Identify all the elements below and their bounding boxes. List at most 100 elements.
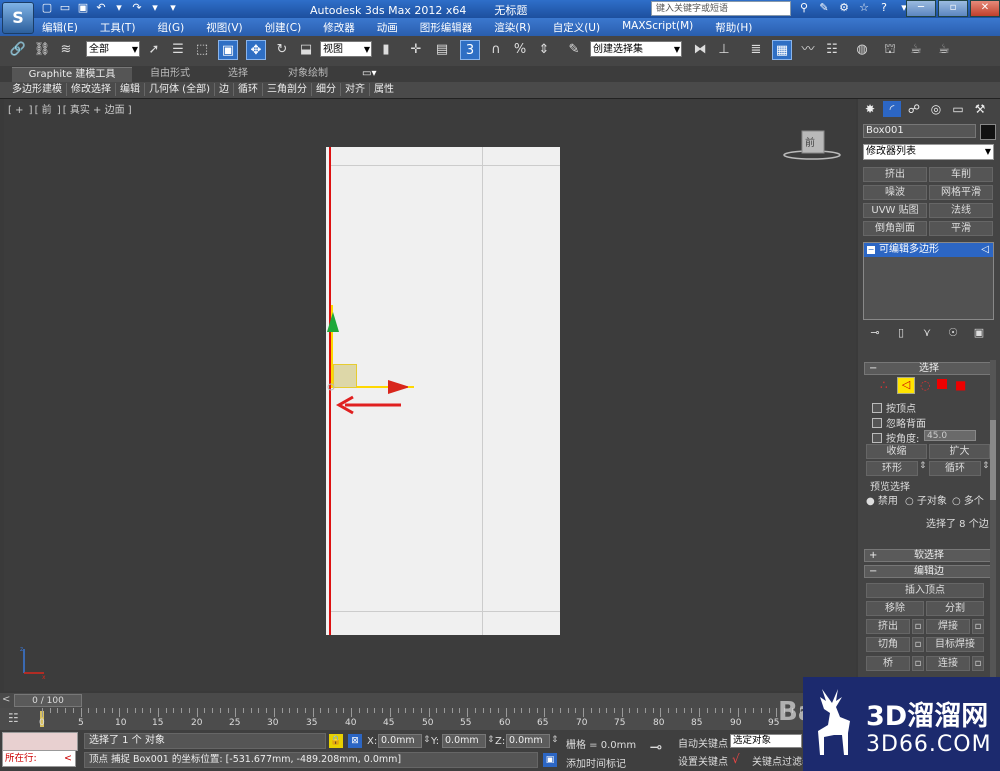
new-file-icon[interactable]: ▢ [40,1,54,15]
window-crossing-icon[interactable]: ▣ [218,40,238,60]
edit-edges-rollout-header[interactable]: − 编辑边 [864,565,994,578]
chamfer-button[interactable]: 切角 [866,637,910,652]
menu-views[interactable]: 视图(V) [206,20,242,35]
selection-filter-dropdown[interactable]: 全部 ▼ [86,41,140,57]
loop-spinner-icon[interactable]: ⇕ [982,461,990,471]
undo-dropdown-icon[interactable]: ▾ [112,1,126,15]
schematic-view-icon[interactable]: ☷ [822,40,842,60]
split-button[interactable]: 分割 [926,601,984,616]
absolute-mode-icon[interactable]: ⊠ [348,734,362,748]
tab-selection[interactable]: 选择 [228,67,248,81]
viewcube-face-label[interactable]: 前 [805,134,815,149]
menu-graph-editors[interactable]: 图形编辑器 [420,20,473,35]
modifier-smooth-button[interactable]: 平滑 [929,221,993,236]
panel-triangulation[interactable]: 三角剖分 [263,83,312,96]
selection-region-icon[interactable]: ⬚ [192,40,212,60]
z-coordinate-field[interactable]: 0.0mm [506,734,550,748]
bridge-button[interactable]: 桥 [866,656,910,671]
binoculars-icon[interactable]: ⚲ [797,1,811,15]
select-and-rotate-icon[interactable]: ↻ [272,40,292,60]
render-production-icon[interactable]: ☕ [934,40,954,60]
key-mode-icon[interactable]: √ [732,752,740,766]
configure-sets-icon[interactable]: ▣ [970,326,988,340]
selection-rollout-header[interactable]: − 选择 [864,362,994,375]
edge-subobject-button-icon[interactable]: ◁ [897,377,915,394]
box001-object[interactable] [326,147,560,635]
menu-help[interactable]: 帮助(H) [715,20,752,35]
close-button[interactable]: ✕ [970,0,1000,17]
panel-geometry-all[interactable]: 几何体 (全部) [145,83,215,96]
pivot-center-icon[interactable]: ▮ [376,40,396,60]
insert-vertex-button[interactable]: 插入顶点 [866,583,984,598]
render-setup-icon[interactable]: ⛫ [880,40,900,60]
gizmo-xy-plane[interactable] [333,364,357,388]
menu-animation[interactable]: 动画 [377,20,398,35]
add-time-tag-button[interactable]: 添加时间标记 [566,755,626,770]
modifier-noise-button[interactable]: 噪波 [863,185,927,200]
viewport-point-of-view[interactable]: 前 [42,105,52,116]
tab-freeform[interactable]: 自由形式 [150,67,190,81]
snaps-toggle-icon[interactable]: 3 [460,40,480,60]
panel-edit[interactable]: 编辑 [116,83,145,96]
panel-align[interactable]: 对齐 [341,83,370,96]
link-icon[interactable]: 🔗 [8,40,28,60]
menu-rendering[interactable]: 渲染(R) [494,20,531,35]
material-editor-icon[interactable]: ◍ [852,40,872,60]
modifier-extrude-button[interactable]: 挤出 [863,167,927,182]
shrink-button[interactable]: 收缩 [866,444,927,459]
motion-tab-icon[interactable]: ◎ [927,101,945,117]
panel-properties[interactable]: 属性 [370,83,398,96]
panel-loops[interactable]: 循环 [234,83,263,96]
panel-polygon-modeling[interactable]: 多边形建模 [12,83,67,96]
create-tab-icon[interactable]: ✸ [861,101,879,117]
menu-group[interactable]: 组(G) [157,20,184,35]
vertex-subobject-icon[interactable]: ∴ [880,378,888,392]
community-icon[interactable]: ⚙ [837,1,851,15]
maxscript-listener[interactable] [2,732,78,751]
tab-object-paint[interactable]: 对象绘制 [288,67,328,81]
redo-icon[interactable]: ↷ [130,1,144,15]
select-object-icon[interactable]: ➚ [144,40,164,60]
menu-tools[interactable]: 工具(T) [100,20,136,35]
maximize-button[interactable]: ▫ [938,0,968,17]
scrollbar-thumb[interactable] [990,420,996,500]
x-coordinate-field[interactable]: 0.0mm [378,734,422,748]
minimize-button[interactable]: ─ [906,0,936,17]
object-color-swatch[interactable] [980,124,996,140]
viewport-menu-plus[interactable]: + [15,105,23,116]
modifier-meshsmooth-button[interactable]: 网格平滑 [929,185,993,200]
menu-edit[interactable]: 编辑(E) [42,20,78,35]
set-key-button[interactable]: 设置关键点 [678,753,728,768]
modifier-list-dropdown[interactable]: 修改器列表 ▼ [863,144,994,160]
auto-key-button[interactable]: 自动关键点 [678,735,728,750]
by-vertex-checkbox[interactable]: 按顶点 [872,400,916,415]
ring-spinner-icon[interactable]: ⇕ [919,461,927,471]
connect-button[interactable]: 连接 [926,656,970,671]
slider-prev-icon[interactable]: < [2,694,10,705]
menu-maxscript[interactable]: MAXScript(M) [622,20,693,35]
maxscript-line[interactable]: 所在行: < [2,750,76,767]
by-angle-checkbox[interactable]: 按角度: [872,430,919,445]
extrude-button[interactable]: 挤出 [866,619,910,634]
collapse-icon[interactable]: − [867,246,875,254]
element-subobject-icon[interactable]: ■ [955,378,966,392]
ring-button[interactable]: 环形 [866,461,918,476]
undo-icon[interactable]: ↶ [94,1,108,15]
viewport-label[interactable]: [ + ][ 前 ][ 真实 + 边面 ] [8,101,132,116]
loop-button[interactable]: 循环 [929,461,981,476]
curve-editor-icon[interactable]: 〰 [798,40,818,60]
display-tab-icon[interactable]: ▭ [949,101,967,117]
angle-snap-icon[interactable]: ∩ [486,40,506,60]
extrude-settings-icon[interactable]: ▫ [912,619,924,634]
preview-subobject-radio[interactable]: ○ 子对象 [905,492,947,507]
time-slider-thumb[interactable]: 0 / 100 [14,694,82,707]
menu-modifiers[interactable]: 修改器 [323,20,355,35]
panel-modify-selection[interactable]: 修改选择 [67,83,116,96]
isolate-icon[interactable]: ▣ [543,753,557,767]
polygon-subobject-icon[interactable] [937,379,947,389]
bridge-settings-icon[interactable]: ▫ [912,656,924,671]
make-unique-icon[interactable]: ⋎ [918,326,936,340]
y-coordinate-field[interactable]: 0.0mm [442,734,486,748]
preview-multi-radio[interactable]: ○ 多个 [952,492,984,507]
command-panel-scrollbar[interactable] [990,360,996,690]
